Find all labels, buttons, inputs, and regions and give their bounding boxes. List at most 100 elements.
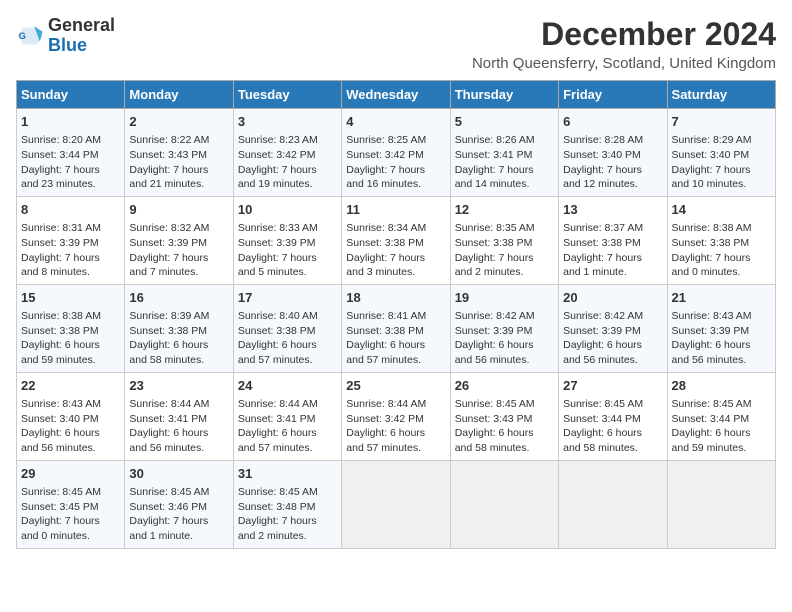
day-cell: 10 Sunrise: 8:33 AMSunset: 3:39 PMDayligh… <box>233 196 341 284</box>
day-number: 20 <box>563 289 662 307</box>
day-number: 10 <box>238 201 337 219</box>
logo-general: General <box>48 16 115 36</box>
day-cell: 20 Sunrise: 8:42 AMSunset: 3:39 PMDayligh… <box>559 284 667 372</box>
day-detail: Sunrise: 8:25 AMSunset: 3:42 PMDaylight:… <box>346 133 445 192</box>
day-cell: 7 Sunrise: 8:29 AMSunset: 3:40 PMDaylight… <box>667 109 775 197</box>
day-detail: Sunrise: 8:41 AMSunset: 3:38 PMDaylight:… <box>346 309 445 368</box>
day-detail: Sunrise: 8:22 AMSunset: 3:43 PMDaylight:… <box>129 133 228 192</box>
weekday-header-wednesday: Wednesday <box>342 81 450 109</box>
day-cell: 1 Sunrise: 8:20 AMSunset: 3:44 PMDaylight… <box>17 109 125 197</box>
day-number: 18 <box>346 289 445 307</box>
calendar-table: SundayMondayTuesdayWednesdayThursdayFrid… <box>16 80 776 549</box>
day-detail: Sunrise: 8:39 AMSunset: 3:38 PMDaylight:… <box>129 309 228 368</box>
week-row-1: 1 Sunrise: 8:20 AMSunset: 3:44 PMDaylight… <box>17 109 776 197</box>
day-detail: Sunrise: 8:20 AMSunset: 3:44 PMDaylight:… <box>21 133 120 192</box>
day-number: 7 <box>672 113 771 131</box>
day-detail: Sunrise: 8:26 AMSunset: 3:41 PMDaylight:… <box>455 133 554 192</box>
day-detail: Sunrise: 8:28 AMSunset: 3:40 PMDaylight:… <box>563 133 662 192</box>
day-detail: Sunrise: 8:42 AMSunset: 3:39 PMDaylight:… <box>563 309 662 368</box>
day-detail: Sunrise: 8:44 AMSunset: 3:41 PMDaylight:… <box>129 397 228 456</box>
day-number: 28 <box>672 377 771 395</box>
day-detail: Sunrise: 8:42 AMSunset: 3:39 PMDaylight:… <box>455 309 554 368</box>
day-number: 16 <box>129 289 228 307</box>
day-detail: Sunrise: 8:38 AMSunset: 3:38 PMDaylight:… <box>21 309 120 368</box>
title-block: December 2024 North Queensferry, Scotlan… <box>472 16 776 72</box>
day-cell: 2Sunrise: 8:22 AMSunset: 3:43 PMDaylight… <box>125 109 233 197</box>
day-cell <box>667 460 775 548</box>
day-cell <box>559 460 667 548</box>
day-number: 5 <box>455 113 554 131</box>
day-detail: Sunrise: 8:43 AMSunset: 3:39 PMDaylight:… <box>672 309 771 368</box>
weekday-header-tuesday: Tuesday <box>233 81 341 109</box>
day-number: 4 <box>346 113 445 131</box>
day-number: 6 <box>563 113 662 131</box>
day-number: 3 <box>238 113 337 131</box>
weekday-header-monday: Monday <box>125 81 233 109</box>
day-number: 11 <box>346 201 445 219</box>
day-cell <box>342 460 450 548</box>
day-number: 19 <box>455 289 554 307</box>
day-detail: Sunrise: 8:45 AMSunset: 3:45 PMDaylight:… <box>21 485 120 544</box>
day-cell: 23 Sunrise: 8:44 AMSunset: 3:41 PMDayligh… <box>125 372 233 460</box>
day-detail: Sunrise: 8:45 AMSunset: 3:44 PMDaylight:… <box>563 397 662 456</box>
day-detail: Sunrise: 8:44 AMSunset: 3:42 PMDaylight:… <box>346 397 445 456</box>
day-detail: Sunrise: 8:35 AMSunset: 3:38 PMDaylight:… <box>455 221 554 280</box>
weekday-header-friday: Friday <box>559 81 667 109</box>
day-number: 1 <box>21 113 120 131</box>
weekday-header-saturday: Saturday <box>667 81 775 109</box>
day-cell: 17 Sunrise: 8:40 AMSunset: 3:38 PMDayligh… <box>233 284 341 372</box>
day-number: 27 <box>563 377 662 395</box>
day-number: 13 <box>563 201 662 219</box>
day-cell: 9 Sunrise: 8:32 AMSunset: 3:39 PMDaylight… <box>125 196 233 284</box>
day-number: 14 <box>672 201 771 219</box>
day-cell: 28Sunrise: 8:45 AMSunset: 3:44 PMDayligh… <box>667 372 775 460</box>
day-number: 31 <box>238 465 337 483</box>
weekday-header-row: SundayMondayTuesdayWednesdayThursdayFrid… <box>17 81 776 109</box>
day-cell: 21 Sunrise: 8:43 AMSunset: 3:39 PMDayligh… <box>667 284 775 372</box>
day-detail: Sunrise: 8:37 AMSunset: 3:38 PMDaylight:… <box>563 221 662 280</box>
day-number: 22 <box>21 377 120 395</box>
day-detail: Sunrise: 8:23 AMSunset: 3:42 PMDaylight:… <box>238 133 337 192</box>
day-cell: 12Sunrise: 8:35 AMSunset: 3:38 PMDayligh… <box>450 196 558 284</box>
weekday-header-thursday: Thursday <box>450 81 558 109</box>
day-detail: Sunrise: 8:44 AMSunset: 3:41 PMDaylight:… <box>238 397 337 456</box>
day-detail: Sunrise: 8:45 AMSunset: 3:48 PMDaylight:… <box>238 485 337 544</box>
day-cell: 24Sunrise: 8:44 AMSunset: 3:41 PMDayligh… <box>233 372 341 460</box>
day-cell: 19 Sunrise: 8:42 AMSunset: 3:39 PMDayligh… <box>450 284 558 372</box>
day-number: 26 <box>455 377 554 395</box>
day-cell: 8Sunrise: 8:31 AMSunset: 3:39 PMDaylight… <box>17 196 125 284</box>
week-row-3: 15 Sunrise: 8:38 AMSunset: 3:38 PMDayligh… <box>17 284 776 372</box>
page-header: G General Blue December 2024 North Queen… <box>16 16 776 72</box>
day-cell: 30Sunrise: 8:45 AMSunset: 3:46 PMDayligh… <box>125 460 233 548</box>
day-cell: 22 Sunrise: 8:43 AMSunset: 3:40 PMDayligh… <box>17 372 125 460</box>
day-cell: 3 Sunrise: 8:23 AMSunset: 3:42 PMDaylight… <box>233 109 341 197</box>
day-detail: Sunrise: 8:40 AMSunset: 3:38 PMDaylight:… <box>238 309 337 368</box>
day-number: 17 <box>238 289 337 307</box>
day-detail: Sunrise: 8:29 AMSunset: 3:40 PMDaylight:… <box>672 133 771 192</box>
day-cell: 29 Sunrise: 8:45 AMSunset: 3:45 PMDayligh… <box>17 460 125 548</box>
day-number: 30 <box>129 465 228 483</box>
week-row-2: 8Sunrise: 8:31 AMSunset: 3:39 PMDaylight… <box>17 196 776 284</box>
day-number: 21 <box>672 289 771 307</box>
day-number: 23 <box>129 377 228 395</box>
day-cell: 13 Sunrise: 8:37 AMSunset: 3:38 PMDayligh… <box>559 196 667 284</box>
day-cell: 18 Sunrise: 8:41 AMSunset: 3:38 PMDayligh… <box>342 284 450 372</box>
day-number: 15 <box>21 289 120 307</box>
day-cell: 25Sunrise: 8:44 AMSunset: 3:42 PMDayligh… <box>342 372 450 460</box>
day-number: 29 <box>21 465 120 483</box>
day-detail: Sunrise: 8:33 AMSunset: 3:39 PMDaylight:… <box>238 221 337 280</box>
day-detail: Sunrise: 8:43 AMSunset: 3:40 PMDaylight:… <box>21 397 120 456</box>
day-detail: Sunrise: 8:32 AMSunset: 3:39 PMDaylight:… <box>129 221 228 280</box>
day-number: 8 <box>21 201 120 219</box>
weekday-header-sunday: Sunday <box>17 81 125 109</box>
day-cell: 15 Sunrise: 8:38 AMSunset: 3:38 PMDayligh… <box>17 284 125 372</box>
day-cell <box>450 460 558 548</box>
day-cell: 11Sunrise: 8:34 AMSunset: 3:38 PMDayligh… <box>342 196 450 284</box>
logo: G General Blue <box>16 16 115 56</box>
day-detail: Sunrise: 8:38 AMSunset: 3:38 PMDaylight:… <box>672 221 771 280</box>
week-row-5: 29 Sunrise: 8:45 AMSunset: 3:45 PMDayligh… <box>17 460 776 548</box>
day-cell: 26 Sunrise: 8:45 AMSunset: 3:43 PMDayligh… <box>450 372 558 460</box>
day-detail: Sunrise: 8:45 AMSunset: 3:43 PMDaylight:… <box>455 397 554 456</box>
day-cell: 5 Sunrise: 8:26 AMSunset: 3:41 PMDaylight… <box>450 109 558 197</box>
day-number: 9 <box>129 201 228 219</box>
